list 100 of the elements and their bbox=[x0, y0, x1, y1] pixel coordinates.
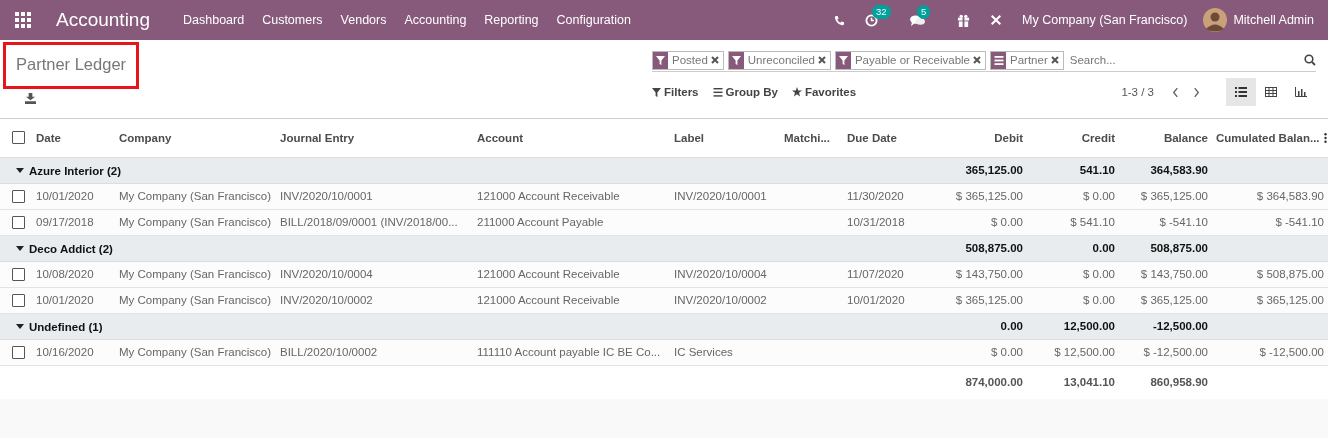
table-cell: INV/2020/10/0004 bbox=[280, 268, 373, 280]
filter-facet[interactable]: Posted bbox=[652, 50, 724, 70]
search-option-button[interactable]: Group By bbox=[712, 82, 784, 102]
user-menu[interactable]: Mitchell Admin bbox=[1233, 13, 1314, 27]
remove-icon[interactable] bbox=[1050, 56, 1059, 64]
remove-icon[interactable] bbox=[817, 56, 826, 64]
list-view-button[interactable] bbox=[1226, 78, 1256, 106]
next-icon[interactable] bbox=[1193, 86, 1200, 98]
menu-item[interactable]: Customers bbox=[262, 13, 323, 27]
table-cell: IC Services bbox=[674, 346, 733, 358]
table-cell: 121000 Account Receivable bbox=[477, 294, 620, 306]
table-cell: $ 143,750.00 bbox=[1140, 268, 1208, 280]
gift-icon[interactable] bbox=[957, 13, 971, 27]
avatar-icon[interactable] bbox=[1203, 8, 1228, 32]
menu-item[interactable]: Vendors bbox=[340, 13, 387, 27]
filter-facet[interactable]: Payable or Receivable bbox=[834, 50, 986, 70]
column-header[interactable]: Credit bbox=[1081, 131, 1115, 144]
menu-item[interactable]: Accounting bbox=[404, 13, 467, 27]
table-cell: $ 0.00 bbox=[991, 216, 1023, 228]
list-icon bbox=[712, 87, 723, 97]
menu-item[interactable]: Configuration bbox=[556, 13, 631, 27]
menu-item[interactable]: Dashboard bbox=[183, 13, 245, 27]
more-icon[interactable] bbox=[1323, 132, 1327, 143]
notification-badge: 32 bbox=[872, 4, 891, 19]
list-icon bbox=[993, 55, 1004, 65]
group-total: 0.00 bbox=[1000, 320, 1023, 332]
remove-icon[interactable] bbox=[973, 56, 981, 64]
table-cell: $ 0.00 bbox=[1083, 190, 1115, 202]
pager-value: 1-3 / 3 bbox=[1121, 86, 1154, 98]
column-header[interactable]: Debit bbox=[994, 131, 1023, 144]
phone-icon[interactable] bbox=[834, 14, 846, 26]
filter-facet[interactable]: Unreconciled bbox=[727, 50, 831, 70]
table-cell: $ 143,750.00 bbox=[955, 268, 1023, 280]
company-switcher[interactable]: My Company (San Francisco) bbox=[1022, 13, 1188, 27]
column-header[interactable]: Cumulated Balan... bbox=[1216, 131, 1320, 144]
table-cell: 111110 Account payable IC BE Co... bbox=[477, 346, 661, 358]
grand-total: 860,958.90 bbox=[1150, 376, 1208, 389]
filter-icon bbox=[838, 55, 848, 65]
row-checkbox[interactable] bbox=[12, 189, 25, 203]
table-cell: 11/30/2020 bbox=[847, 190, 904, 202]
column-header[interactable]: Label bbox=[674, 131, 705, 144]
table-cell: BILL/2020/10/0002 bbox=[280, 346, 378, 358]
remove-icon[interactable] bbox=[710, 56, 719, 64]
previous-icon[interactable] bbox=[1172, 86, 1179, 98]
table-cell: $ 0.00 bbox=[991, 346, 1023, 358]
search-option-button[interactable]: Filters bbox=[652, 82, 705, 102]
table-cell: $ 541.10 bbox=[1070, 216, 1115, 228]
table-cell: 211000 Account Payable bbox=[477, 216, 604, 228]
group-total: -12,500.00 bbox=[1153, 320, 1208, 332]
column-header[interactable]: Due Date bbox=[847, 131, 897, 144]
table-cell: INV/2020/10/0001 bbox=[674, 190, 767, 202]
clock-icon[interactable] bbox=[865, 13, 879, 27]
table-cell: 10/31/2018 bbox=[847, 216, 905, 228]
table-cell: BILL/2018/09/0001 (INV/2018/00... bbox=[280, 216, 458, 228]
column-header[interactable]: Balance bbox=[1163, 131, 1208, 144]
table-cell: 121000 Account Receivable bbox=[477, 190, 620, 202]
table-cell: My Company (San Francisco) bbox=[119, 294, 272, 306]
table-cell: $ 12,500.00 bbox=[1054, 346, 1115, 358]
grand-total: 874,000.00 bbox=[965, 376, 1023, 389]
search-icon[interactable] bbox=[1304, 54, 1316, 66]
group-total: 365,125.00 bbox=[965, 164, 1023, 176]
table-cell: $ 364,583.90 bbox=[1256, 190, 1324, 202]
download-icon[interactable] bbox=[25, 93, 36, 104]
table-icon bbox=[1265, 87, 1277, 97]
group-total: 12,500.00 bbox=[1063, 320, 1115, 332]
table-cell: 10/01/2020 bbox=[847, 294, 905, 306]
row-checkbox[interactable] bbox=[12, 345, 25, 359]
menu-item[interactable]: Reporting bbox=[484, 13, 539, 27]
table-cell: INV/2020/10/0002 bbox=[674, 294, 767, 306]
table-cell: $ 365,125.00 bbox=[955, 294, 1023, 306]
table-cell: $ 508,875.00 bbox=[1256, 268, 1324, 280]
group-row-toggle[interactable]: Undefined (1) bbox=[16, 320, 103, 333]
group-row-toggle[interactable]: Azure Interior (2) bbox=[16, 164, 121, 177]
table-cell: $ 365,125.00 bbox=[1140, 190, 1208, 202]
select-all-checkbox[interactable] bbox=[12, 131, 25, 145]
row-checkbox[interactable] bbox=[12, 267, 25, 281]
apps-menu-icon[interactable] bbox=[15, 12, 31, 28]
group-total: 541.10 bbox=[1079, 164, 1115, 176]
app-name[interactable]: Accounting bbox=[56, 9, 150, 31]
table-cell: 10/01/2020 bbox=[36, 190, 94, 202]
table-cell: INV/2020/10/0001 bbox=[280, 190, 373, 202]
table-cell: $ -12,500.00 bbox=[1143, 346, 1208, 358]
table-cell: $ 365,125.00 bbox=[955, 190, 1023, 202]
row-checkbox[interactable] bbox=[12, 215, 25, 229]
column-header[interactable]: Date bbox=[36, 131, 61, 144]
table-cell: 10/16/2020 bbox=[36, 346, 94, 358]
search-option-button[interactable]: Favorites bbox=[791, 82, 863, 102]
caret-icon bbox=[16, 167, 24, 174]
row-checkbox[interactable] bbox=[12, 293, 25, 307]
caret-icon bbox=[16, 323, 24, 330]
filter-facet[interactable]: Partner bbox=[990, 50, 1064, 70]
group-total: 508,875.00 bbox=[1150, 242, 1208, 254]
column-header[interactable]: Account bbox=[477, 131, 523, 144]
column-header[interactable]: Company bbox=[119, 131, 172, 144]
column-header[interactable]: Matchi... bbox=[784, 131, 830, 144]
search-field[interactable]: Posted Unreconciled Payable or Receivable Partner Search... bbox=[652, 50, 1316, 72]
column-header[interactable]: Journal Entry bbox=[280, 131, 355, 144]
star-icon bbox=[791, 87, 802, 97]
table-cell: INV/2020/10/0002 bbox=[280, 294, 373, 306]
group-row-toggle[interactable]: Deco Addict (2) bbox=[16, 242, 113, 255]
